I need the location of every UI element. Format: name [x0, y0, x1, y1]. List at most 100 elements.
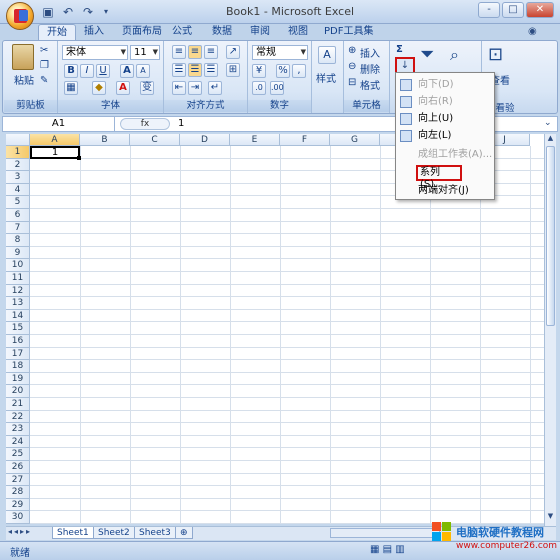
tab-home[interactable]: 开始	[38, 24, 76, 40]
grow-font-button[interactable]: A	[120, 64, 134, 78]
row-header-10[interactable]: 10	[6, 259, 30, 272]
align-right-icon[interactable]: ☰	[204, 63, 218, 77]
column-header-e[interactable]: E	[230, 134, 280, 146]
row-header-29[interactable]: 29	[6, 498, 30, 512]
column-header-a[interactable]: A	[30, 134, 80, 146]
percent-button[interactable]: %	[276, 64, 290, 78]
border-button[interactable]: ▦	[64, 81, 78, 95]
row-header-15[interactable]: 15	[6, 322, 30, 335]
currency-icon[interactable]: ¥	[252, 64, 266, 78]
fill-justify-item[interactable]: 两端对齐(J)	[396, 183, 494, 199]
office-button[interactable]	[6, 2, 34, 30]
row-header-17[interactable]: 17	[6, 347, 30, 361]
align-middle-icon[interactable]: ≡	[188, 45, 202, 59]
row-header-25[interactable]: 25	[6, 448, 30, 461]
scroll-down-icon[interactable]: ▼	[545, 512, 556, 522]
underline-button[interactable]: U	[96, 64, 110, 78]
bold-button[interactable]: B	[64, 64, 78, 78]
fill-right-item[interactable]: 向右(R)	[396, 94, 494, 110]
cut-icon[interactable]: ✂	[40, 45, 48, 56]
maximize-button[interactable]: □	[502, 2, 524, 18]
row-header-22[interactable]: 22	[6, 410, 30, 424]
wrap-text-icon[interactable]: ↵	[208, 81, 222, 95]
column-header-c[interactable]: C	[130, 134, 180, 146]
tab-formulas[interactable]: 公式	[164, 24, 200, 40]
merge-cells-icon[interactable]: ⊞	[226, 63, 240, 77]
row-header-26[interactable]: 26	[6, 461, 30, 474]
styles-icon[interactable]: A	[318, 46, 336, 64]
row-header-21[interactable]: 21	[6, 398, 30, 411]
paste-icon[interactable]	[12, 44, 34, 70]
row-header-6[interactable]: 6	[6, 209, 30, 222]
scroll-up-icon[interactable]: ▲	[545, 134, 556, 144]
delete-cells-label[interactable]: 删除	[360, 61, 380, 76]
insert-cells-icon[interactable]: ⊕	[348, 45, 356, 56]
sheet-tab-sheet1[interactable]: Sheet1	[52, 527, 94, 539]
italic-button[interactable]: I	[80, 64, 94, 78]
row-header-19[interactable]: 19	[6, 372, 30, 386]
name-box[interactable]: A1	[3, 117, 115, 131]
help-icon[interactable]: ◉	[528, 26, 537, 37]
horizontal-scrollbar[interactable]	[330, 528, 440, 538]
row-header-20[interactable]: 20	[6, 385, 30, 398]
inquire-icon[interactable]: ⊡	[488, 44, 503, 65]
row-header-7[interactable]: 7	[6, 221, 30, 235]
row-header-18[interactable]: 18	[6, 360, 30, 373]
increase-decimal-icon[interactable]: .0	[252, 81, 266, 95]
decrease-decimal-icon[interactable]: .00	[270, 81, 284, 95]
autosum-button[interactable]: Σ	[396, 44, 403, 55]
align-center-icon[interactable]: ☰	[188, 63, 202, 77]
column-header-d[interactable]: D	[180, 134, 230, 146]
insert-cells-label[interactable]: 插入	[360, 45, 380, 60]
column-header-b[interactable]: B	[80, 134, 130, 146]
row-header-8[interactable]: 8	[6, 234, 30, 247]
column-header-g[interactable]: G	[330, 134, 380, 146]
format-cells-icon[interactable]: ⊟	[348, 77, 356, 88]
tab-insert[interactable]: 插入	[76, 24, 112, 40]
scroll-thumb[interactable]	[546, 146, 555, 326]
row-header-27[interactable]: 27	[6, 473, 30, 487]
orientation-icon[interactable]: ↗	[226, 45, 240, 59]
redo-icon[interactable]: ↷	[80, 4, 96, 20]
undo-icon[interactable]: ↶	[60, 4, 76, 20]
font-name-combo[interactable]: 宋体 ▼	[62, 45, 128, 60]
tab-view[interactable]: 视图	[280, 24, 316, 40]
row-header-11[interactable]: 11	[6, 272, 30, 285]
fill-left-item[interactable]: 向左(L)	[396, 128, 494, 144]
row-header-28[interactable]: 28	[6, 486, 30, 499]
insert-sheet-icon[interactable]: ⊕	[175, 527, 193, 539]
row-header-1[interactable]: 1	[6, 146, 30, 159]
format-painter-icon[interactable]: ✎	[40, 75, 48, 86]
fill-handle[interactable]	[77, 156, 81, 160]
fill-down-item[interactable]: 向下(D)	[396, 77, 494, 93]
save-icon[interactable]: ▣	[40, 4, 56, 20]
row-header-3[interactable]: 3	[6, 171, 30, 184]
row-header-9[interactable]: 9	[6, 246, 30, 260]
row-header-14[interactable]: 14	[6, 309, 30, 323]
find-select-icon[interactable]: ⌕	[450, 44, 472, 66]
expand-formula-icon[interactable]: ⌄	[544, 118, 552, 128]
sheet-tab-sheet3[interactable]: Sheet3	[134, 527, 176, 539]
row-header-12[interactable]: 12	[6, 284, 30, 298]
select-all-corner[interactable]	[6, 134, 30, 146]
fill-across-sheets-item[interactable]: 成组工作表(A)...	[396, 147, 494, 163]
minimize-button[interactable]: -	[478, 2, 500, 18]
copy-icon[interactable]: ❐	[40, 60, 49, 71]
row-header-13[interactable]: 13	[6, 297, 30, 310]
align-bottom-icon[interactable]: ≡	[204, 45, 218, 59]
tab-page-layout[interactable]: 页面布局	[114, 24, 170, 40]
tab-data[interactable]: 数据	[204, 24, 240, 40]
view-buttons-icon[interactable]: ▦ ▤ ▥	[370, 544, 405, 555]
comma-button[interactable]: ,	[292, 64, 306, 78]
fill-series-item[interactable]: 系列(S)...	[416, 165, 462, 190]
fill-color-icon[interactable]: ◆	[92, 81, 106, 95]
font-color-button[interactable]: A	[116, 81, 130, 95]
tab-pdf-tools[interactable]: PDF工具集	[316, 24, 381, 40]
row-header-5[interactable]: 5	[6, 196, 30, 209]
shrink-font-button[interactable]: A	[136, 64, 150, 78]
paste-label[interactable]: 粘贴	[14, 72, 34, 87]
sort-filter-icon[interactable]: ⏷	[420, 44, 442, 66]
row-header-16[interactable]: 16	[6, 335, 30, 348]
column-header-f[interactable]: F	[280, 134, 330, 146]
increase-indent-icon[interactable]: ⇥	[188, 81, 202, 95]
